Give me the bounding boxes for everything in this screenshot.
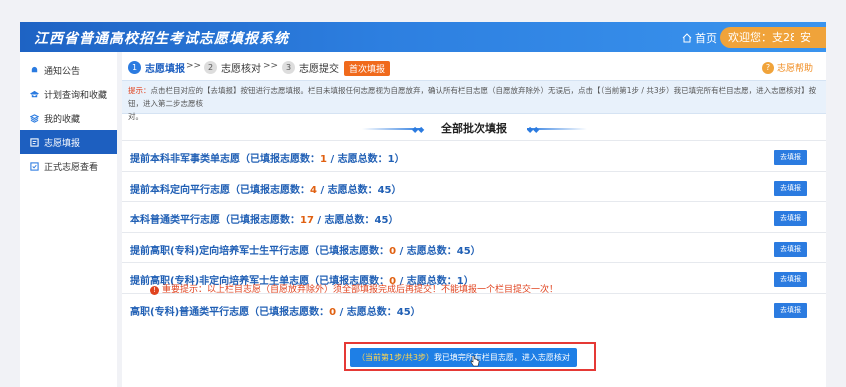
- sidebar-item-label: 志愿填报: [44, 138, 81, 149]
- help-icon: ?: [762, 61, 774, 74]
- user-greeting: 欢迎您：支28: [720, 27, 805, 48]
- step-number: 2: [204, 61, 217, 74]
- sidebar-item-formal-view[interactable]: 正式志愿查看: [20, 154, 117, 178]
- step-separator: >>: [186, 61, 202, 71]
- step-label: 志愿提交: [299, 64, 339, 75]
- batch-name: 提前本科定向平行志愿（已填报志愿数：4 / 志愿总数：45）: [130, 184, 402, 196]
- step-number: 3: [282, 61, 295, 74]
- sidebar-item-fill[interactable]: 志愿填报: [20, 130, 117, 154]
- form-icon: [30, 137, 39, 147]
- batch-row: 提前本科定向平行志愿（已填报志愿数：4 / 志愿总数：45） 去填报: [122, 170, 826, 202]
- tip-prefix: 提示：: [128, 86, 151, 95]
- batch-name: 提前本科非军事类单志愿（已填报志愿数：1 / 志愿总数：1）: [130, 154, 405, 165]
- batch-list: 提前本科非军事类单志愿（已填报志愿数：1 / 志愿总数：1） 去填报 提前本科定…: [122, 140, 826, 323]
- sidebar-item-label: 通知公告: [44, 66, 81, 77]
- main-panel: 1 志愿填报 >> 2 志愿核对 >> 3 志愿提交 首次填报 ? 志愿帮助 提…: [122, 52, 826, 387]
- home-link[interactable]: 首页: [682, 30, 717, 46]
- step-separator: >>: [263, 61, 279, 71]
- submit-step-label: （当前第1步/共3步）: [357, 353, 434, 362]
- step-label: 志愿核对: [221, 64, 261, 75]
- sidebar-item-label: 计划查询和收藏: [44, 90, 108, 101]
- step-indicator: 1 志愿填报 >> 2 志愿核对 >> 3 志愿提交: [122, 58, 826, 76]
- check-icon: [30, 161, 39, 171]
- help-link[interactable]: ? 志愿帮助: [762, 61, 813, 74]
- step-number: 1: [128, 61, 141, 74]
- go-fill-button[interactable]: 去填报: [774, 211, 807, 226]
- logout-button[interactable]: 安全退出: [794, 27, 826, 107]
- batch-name: 本科普通类平行志愿（已填报志愿数：17 / 志愿总数：45）: [130, 215, 399, 226]
- warning-text: 重要提示：以上栏目志愿（自愿放弃除外）须全部填报完成后再提交！不能填报一个栏目提…: [162, 285, 559, 295]
- app-title: 江西省普通高校招生考试志愿填报系统: [34, 31, 289, 47]
- submit-next-button[interactable]: （当前第1步/共3步）我已填完所有栏目志愿，进入志愿核对: [350, 348, 577, 367]
- go-fill-button[interactable]: 去填报: [774, 272, 807, 287]
- sidebar-item-label: 正式志愿查看: [44, 162, 99, 173]
- step-3: 3 志愿提交: [282, 60, 339, 75]
- submit-action-label: 我已填完所有栏目志愿，进入志愿核对: [433, 353, 570, 362]
- sidebar-item-plan-query[interactable]: 计划查询和收藏: [20, 82, 117, 106]
- go-fill-button[interactable]: 去填报: [774, 180, 807, 196]
- go-fill-button[interactable]: 去填报: [774, 302, 807, 318]
- step-2: 2 志愿核对: [204, 60, 261, 75]
- header-bar: 江西省普通高校招生考试志愿填报系统 首页 欢迎您：支28 安全退出: [20, 22, 826, 107]
- bell-icon: [31, 66, 38, 73]
- go-fill-button[interactable]: 去填报: [774, 150, 807, 165]
- important-warning: ! 重要提示：以上栏目志愿（自愿放弃除外）须全部填报完成后再提交！不能填报一个栏目…: [150, 282, 700, 295]
- title-decoration-right: [527, 128, 587, 130]
- hand-cursor-icon: [470, 355, 480, 367]
- batch-row: 本科普通类平行志愿（已填报志愿数：17 / 志愿总数：45） 去填报: [122, 201, 826, 232]
- batch-row: 提前本科非军事类单志愿（已填报志愿数：1 / 志愿总数：1） 去填报: [122, 140, 826, 171]
- sidebar-item-favorites[interactable]: 我的收藏: [20, 106, 117, 130]
- cap-icon: [30, 90, 39, 97]
- batch-name: 提前高职(专科)定向培养军士生平行志愿（已填报志愿数：0 / 志愿总数：45）: [130, 245, 481, 257]
- help-label: 志愿帮助: [777, 64, 814, 74]
- step-1: 1 志愿填报: [128, 60, 185, 75]
- go-fill-button[interactable]: 去填报: [774, 241, 807, 257]
- tip-box: 提示：点击栏目对应的【去填报】按钮进行志愿填报。栏目未填报任何志愿视为自愿放弃，…: [122, 80, 826, 121]
- sidebar: 通知公告 计划查询和收藏 我的收藏 志愿填报 正式志愿查看: [20, 52, 117, 387]
- sidebar-item-label: 我的收藏: [44, 114, 81, 125]
- batch-row: 提前高职(专科)定向培养军士生平行志愿（已填报志愿数：0 / 志愿总数：45） …: [122, 231, 826, 263]
- home-icon: [682, 33, 692, 43]
- sidebar-item-notice[interactable]: 通知公告: [20, 58, 117, 82]
- home-label: 首页: [695, 32, 717, 45]
- alert-icon: !: [150, 286, 159, 295]
- tip-text: 点击栏目对应的【去填报】按钮进行志愿填报。栏目未填报任何志愿视为自愿放弃，确认所…: [128, 86, 817, 108]
- layers-icon: [30, 113, 39, 123]
- section-title: 全部批次填报: [441, 122, 507, 135]
- first-fill-tag: 首次填报: [344, 61, 391, 76]
- step-label: 志愿填报: [145, 64, 185, 75]
- batch-name: 高职(专科)普通类平行志愿（已填报志愿数：0 / 志愿总数：45）: [130, 306, 421, 318]
- batch-row: 高职(专科)普通类平行志愿（已填报志愿数：0 / 志愿总数：45） 去填报: [122, 292, 826, 324]
